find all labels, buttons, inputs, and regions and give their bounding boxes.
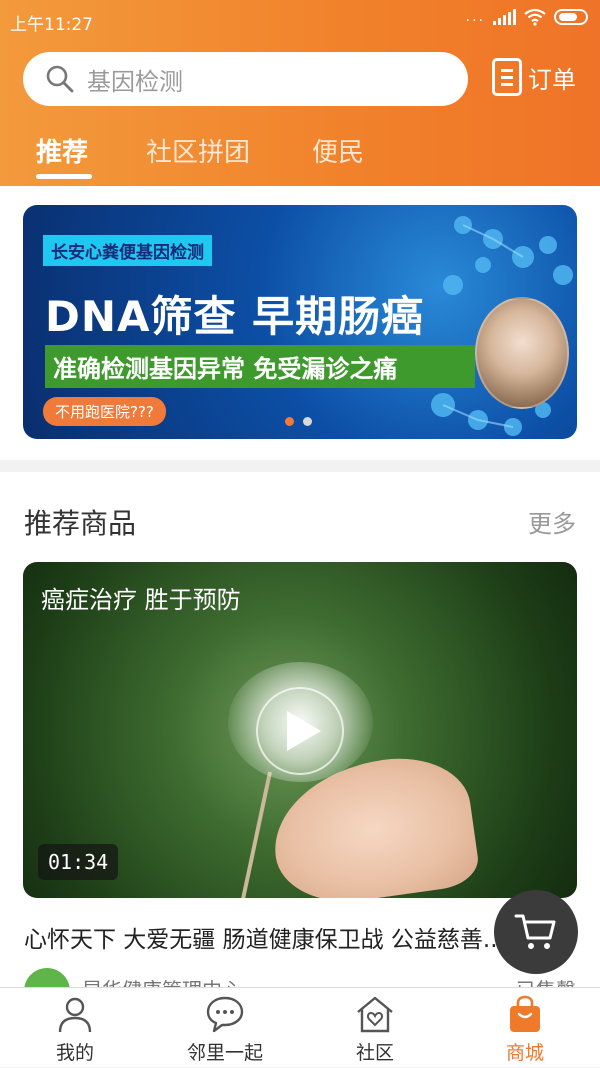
- shopping-bag-icon: [510, 995, 540, 1032]
- video-caption: 癌症治疗 胜于预防: [41, 586, 241, 614]
- seller-name: 昆华健康管理中心: [82, 974, 242, 987]
- banner-pagination: [285, 417, 312, 426]
- search-bar[interactable]: 基因检测: [23, 52, 468, 106]
- patient-photo: [475, 297, 569, 409]
- cart-button[interactable]: [494, 890, 578, 974]
- banner-section: 长安心粪便基因检测 DNA筛查 早期肠癌 准确检测基因异常 免受漏诊之痛 不用跑…: [0, 186, 600, 460]
- wifi-icon: [524, 8, 546, 26]
- promo-banner[interactable]: 长安心粪便基因检测 DNA筛查 早期肠癌 准确检测基因异常 免受漏诊之痛 不用跑…: [23, 205, 577, 439]
- dandelion-stem: [241, 771, 272, 898]
- tab-recommend[interactable]: 推荐: [36, 132, 88, 169]
- cart-icon: [514, 914, 556, 949]
- seller-avatar: [24, 968, 70, 987]
- section-title: 推荐商品: [24, 507, 137, 540]
- play-button[interactable]: [256, 687, 344, 775]
- banner-tag: 长安心粪便基因检测: [43, 235, 212, 266]
- more-link[interactable]: 更多: [528, 504, 576, 539]
- video-card[interactable]: 癌症治疗 胜于预防 01:34: [23, 562, 577, 898]
- banner-dot[interactable]: [303, 417, 312, 426]
- active-tab-indicator: [36, 174, 92, 179]
- tab-mine[interactable]: 我的: [0, 988, 150, 1068]
- status-bar: 上午11:27 ...: [0, 0, 600, 40]
- order-label: 订单: [528, 65, 576, 94]
- product-meta: 昆华健康管理中心 已售罄: [24, 968, 576, 987]
- tab-convenience[interactable]: 便民: [312, 132, 364, 169]
- banner-pill: 不用跑医院???: [43, 397, 166, 426]
- tab-community[interactable]: 社区: [300, 988, 450, 1068]
- notification-dots: ...: [465, 9, 485, 25]
- tab-mall[interactable]: 商城: [450, 988, 600, 1068]
- status-time: 上午11:27: [10, 15, 93, 35]
- person-icon: [58, 997, 92, 1033]
- order-button[interactable]: 订单: [492, 58, 576, 96]
- tab-group-buy[interactable]: 社区拼团: [146, 132, 250, 169]
- search-placeholder: 基因检测: [87, 67, 183, 96]
- video-duration: 01:34: [38, 844, 119, 880]
- banner-subtitle: 准确检测基因异常 免受漏诊之痛: [45, 345, 475, 388]
- search-icon: [46, 65, 74, 93]
- play-icon: [287, 711, 321, 751]
- battery-icon: [554, 9, 588, 25]
- home-heart-icon: [357, 996, 393, 1033]
- header: 上午11:27 ... 基因检测 订单 推荐 社区拼团 便民: [0, 0, 600, 186]
- sales-status: 已售罄: [516, 974, 576, 987]
- signal-icon: [493, 9, 516, 25]
- tab-community-label: 社区: [355, 1042, 394, 1064]
- order-list-icon: [492, 58, 522, 96]
- chat-icon: [206, 996, 244, 1033]
- bottom-tab-bar: 我的 邻里一起 社区 商城: [0, 987, 600, 1067]
- banner-title: DNA筛查 早期肠癌: [45, 292, 425, 341]
- tab-mall-label: 商城: [505, 1042, 544, 1064]
- tab-mine-label: 我的: [55, 1042, 94, 1064]
- product-title[interactable]: 心怀天下 大爱无疆 肠道健康保卫战 公益慈善...: [24, 920, 569, 954]
- top-tabs: 推荐 社区拼团 便民: [0, 132, 600, 186]
- tab-neighbors-label: 邻里一起: [186, 1042, 263, 1064]
- tab-neighbors[interactable]: 邻里一起: [150, 988, 300, 1068]
- banner-dot-active[interactable]: [285, 417, 294, 426]
- status-indicators: ...: [466, 8, 588, 26]
